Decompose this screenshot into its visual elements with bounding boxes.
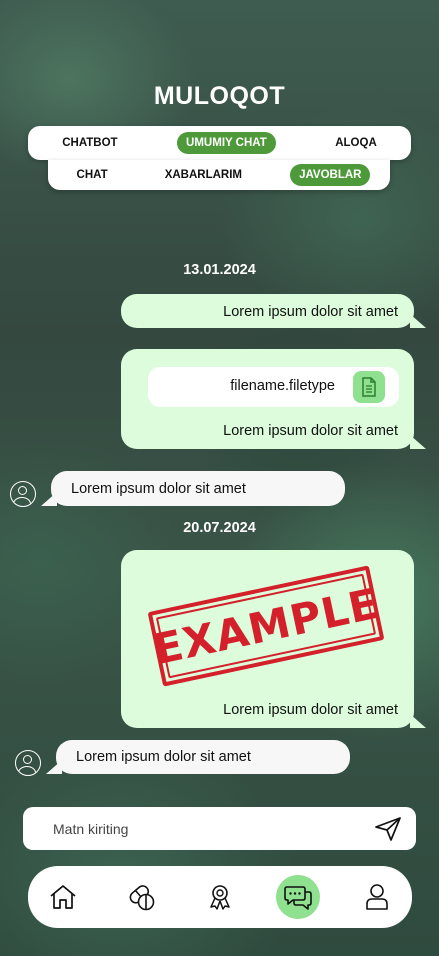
- incoming-message: Lorem ipsum dolor sit amet: [46, 740, 350, 774]
- pills-icon[interactable]: [119, 875, 163, 919]
- user-avatar-icon[interactable]: [10, 481, 36, 507]
- file-name: filename.filetype: [230, 378, 335, 394]
- message-text: Lorem ipsum dolor sit amet: [71, 480, 246, 497]
- message-text: Lorem ipsum dolor sit amet: [223, 304, 398, 320]
- outgoing-image-message: EXAMPLE Lorem ipsum dolor sit amet: [121, 550, 426, 728]
- message-text: Lorem ipsum dolor sit amet: [223, 702, 398, 718]
- document-icon[interactable]: [353, 371, 385, 403]
- bubble-tail: [410, 314, 426, 328]
- tab-chat[interactable]: CHAT: [68, 164, 117, 186]
- tab-aloqa[interactable]: ALOQA: [326, 132, 386, 154]
- message-input[interactable]: [53, 807, 353, 850]
- bubble-tail: [41, 492, 57, 506]
- date-separator: 20.07.2024: [183, 520, 256, 536]
- date-separator: 13.01.2024: [183, 262, 256, 278]
- message-text: Lorem ipsum dolor sit amet: [223, 423, 398, 439]
- award-icon[interactable]: [198, 875, 242, 919]
- tab-umumiy-chat[interactable]: UMUMIY CHAT: [177, 132, 276, 154]
- tab-chatbot[interactable]: CHATBOT: [53, 132, 126, 154]
- send-icon[interactable]: [374, 816, 402, 842]
- incoming-message: Lorem ipsum dolor sit amet: [41, 471, 345, 506]
- stamp-text: EXAMPLE: [149, 578, 383, 674]
- bubble-tail: [410, 714, 426, 728]
- bubble-tail: [410, 435, 426, 449]
- chat-icon[interactable]: [276, 875, 320, 919]
- message-text: Lorem ipsum dolor sit amet: [76, 749, 251, 765]
- sub-tabs: CHAT XABARLARIM JAVOBLAR: [48, 160, 390, 190]
- outgoing-file-message: filename.filetype Lorem ipsum dolor sit …: [121, 349, 426, 449]
- page-title: MULOQOT: [153, 82, 286, 110]
- outgoing-message: Lorem ipsum dolor sit amet: [121, 294, 426, 328]
- home-icon[interactable]: [41, 875, 85, 919]
- tab-xabarlarim[interactable]: XABARLARIM: [156, 164, 251, 186]
- bubble-tail: [46, 760, 62, 774]
- bottom-navigation: [28, 866, 412, 928]
- example-stamp-image[interactable]: EXAMPLE: [147, 565, 385, 687]
- user-avatar-icon[interactable]: [15, 750, 41, 776]
- message-composer: [23, 807, 416, 850]
- profile-icon[interactable]: [355, 875, 399, 919]
- main-tabs: CHATBOT UMUMIY CHAT ALOQA: [28, 126, 411, 160]
- file-attachment[interactable]: filename.filetype: [148, 367, 399, 407]
- tab-javoblar[interactable]: JAVOBLAR: [290, 164, 371, 186]
